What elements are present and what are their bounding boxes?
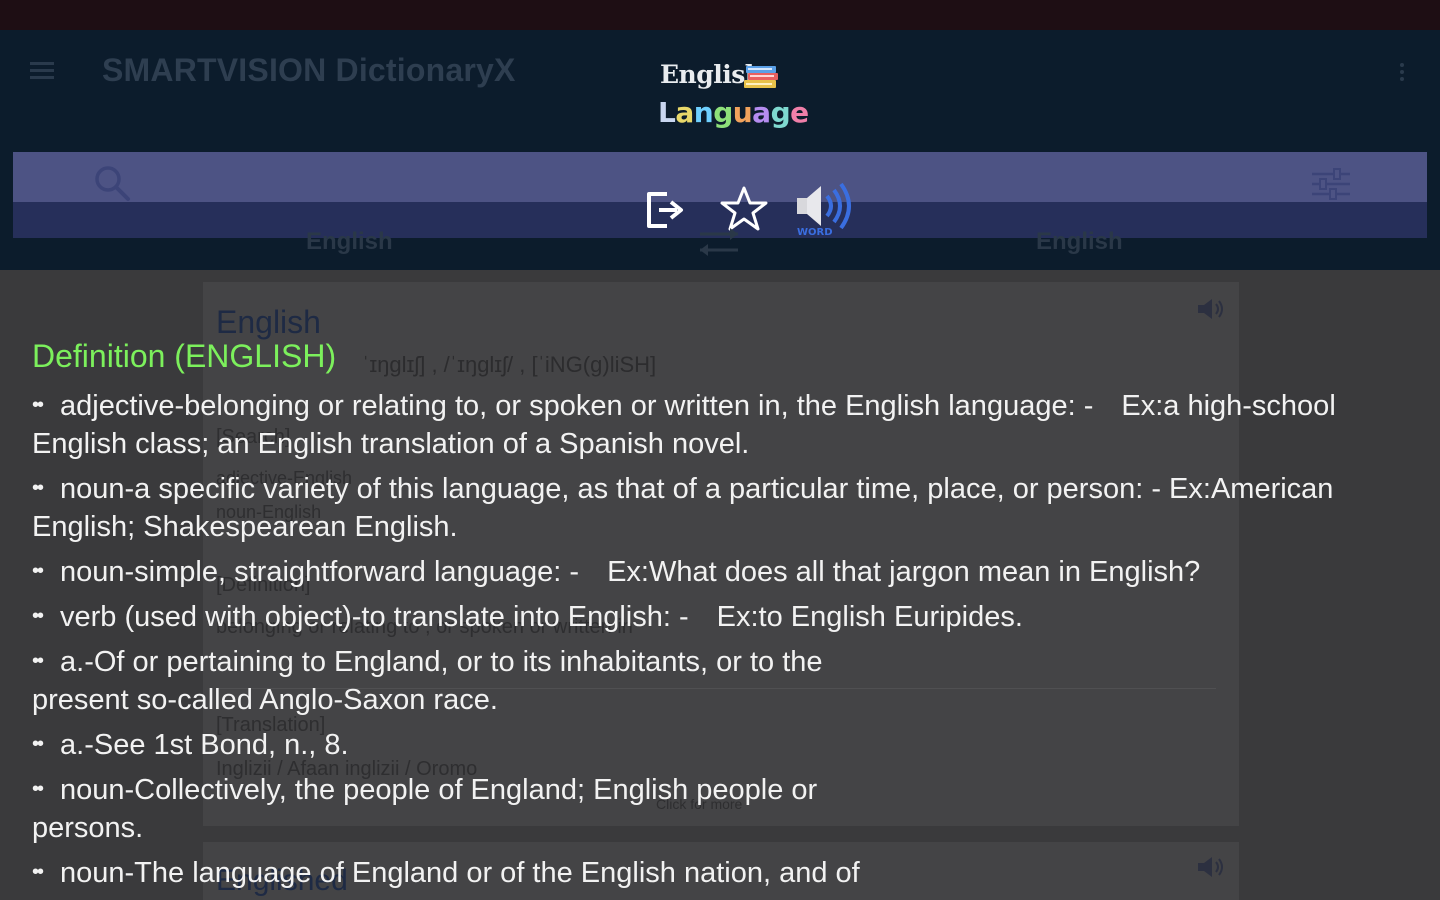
search-region: WORD English English xyxy=(0,138,1440,270)
definition-item: •• noun-Collectively, the people of Engla… xyxy=(32,774,818,844)
definition-title: Definition (ENGLISH) xyxy=(32,338,337,374)
definition-item: •• noun-simple, straightforward language:… xyxy=(32,556,1201,588)
definition-item: •• a.-See 1st Bond, n., 8. xyxy=(32,729,349,761)
definition-example: Ex:What does all that jargon mean in Eng… xyxy=(607,556,1201,588)
app-title: SMARTVISION DictionaryX xyxy=(102,52,516,88)
definition-text: noun-The language of England or of the E… xyxy=(60,857,860,889)
status-bar xyxy=(0,0,1440,30)
app-bar: SMARTVISION DictionaryX English Language xyxy=(0,30,1440,138)
definition-list: •• adjective-belonging or relating to, or… xyxy=(32,386,1412,898)
entry-headword: English xyxy=(216,304,321,340)
definition-item: •• verb (used with object)-to translate i… xyxy=(32,601,1023,633)
definition-example: Ex:to English Euripides. xyxy=(716,601,1023,633)
entry-speaker-icon[interactable] xyxy=(1194,296,1226,322)
target-language-label[interactable]: English xyxy=(1036,228,1123,256)
definition-item: •• adjective-belonging or relating to, or… xyxy=(32,390,1336,460)
definition-text: adjective-belonging or relating to, or s… xyxy=(60,390,1094,422)
definition-text: noun-a specific variety of this language… xyxy=(60,473,1161,505)
entry-phonetic: ˈɪŋglɪʃ] , /ˈɪŋglɪʃ/ , [ˈiNG(g)liSH] xyxy=(362,352,657,377)
definition-item: •• noun-The language of England or of the… xyxy=(32,857,860,889)
definition-item: •• a.-Of or pertaining to England, or to … xyxy=(32,646,823,716)
tune-icon[interactable] xyxy=(1308,166,1354,202)
source-language-label[interactable]: English xyxy=(306,228,393,256)
definition-item: •• noun-a specific variety of this langua… xyxy=(32,473,1334,543)
search-icon[interactable] xyxy=(93,164,133,204)
speaker-word-icon[interactable]: WORD xyxy=(793,182,863,236)
books-icon xyxy=(744,66,778,88)
definition-text: a.-See 1st Bond, n., 8. xyxy=(60,729,349,761)
more-vert-icon[interactable] xyxy=(1396,60,1408,86)
word-action-toolbar: WORD xyxy=(633,178,873,238)
definition-text: noun-Collectively, the people of England… xyxy=(32,774,818,844)
hamburger-menu-icon[interactable] xyxy=(30,58,62,88)
definition-text: a.-Of or pertaining to England, or to it… xyxy=(32,646,823,716)
swap-arrows-icon[interactable] xyxy=(694,222,744,262)
definition-text: verb (used with object)-to translate int… xyxy=(60,601,689,633)
app-logo: English Language xyxy=(656,58,809,132)
definition-text: noun-simple, straightforward language: - xyxy=(60,556,580,588)
speak-badge-label: WORD xyxy=(797,227,833,236)
logo-line2: Language xyxy=(658,96,809,129)
exit-icon[interactable] xyxy=(643,188,687,232)
